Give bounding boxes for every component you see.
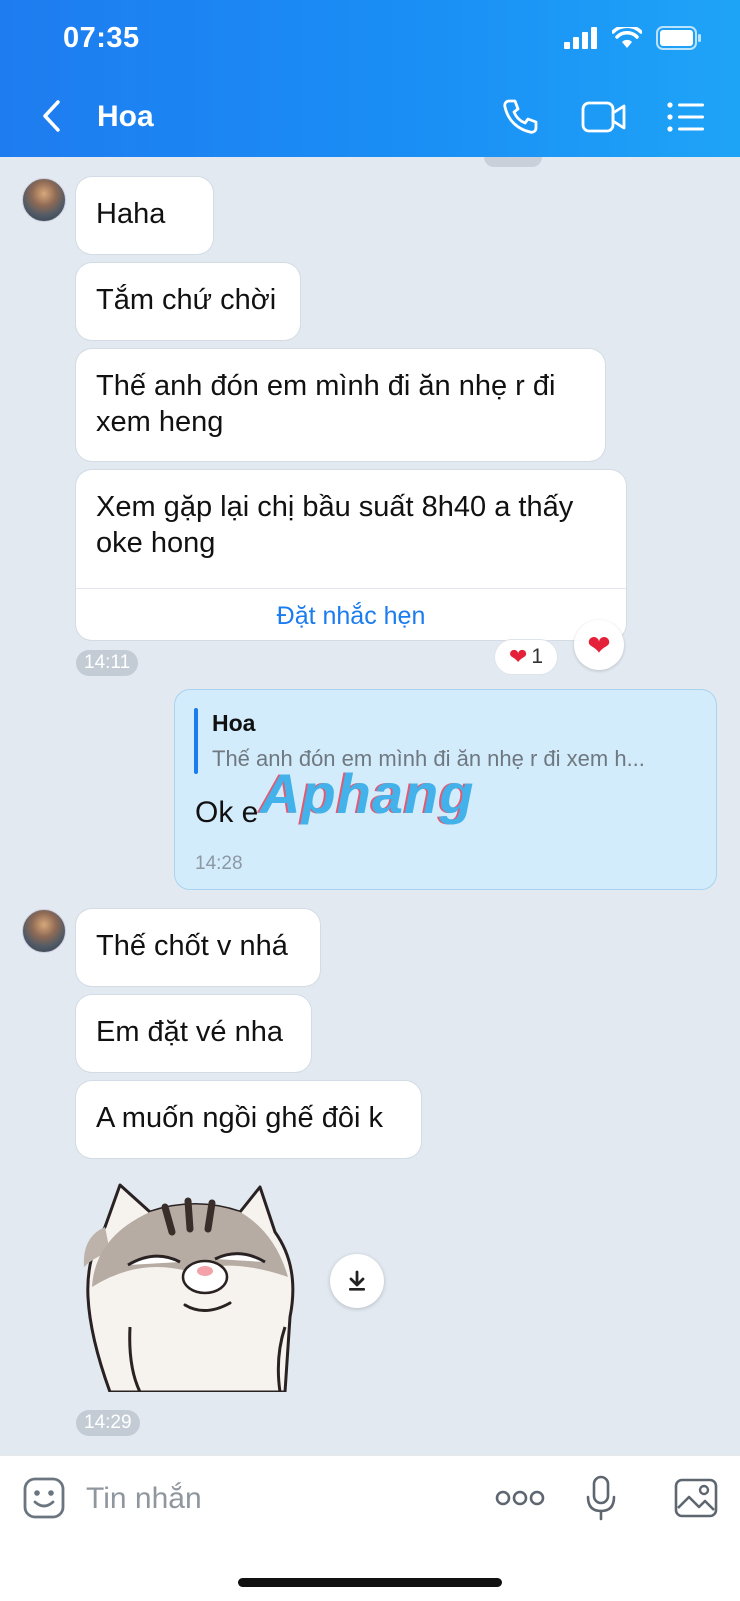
watermark-logo: Aphang <box>260 762 475 825</box>
video-call-button[interactable] <box>578 95 630 139</box>
divider <box>76 588 626 589</box>
status-time: 07:35 <box>63 22 140 54</box>
send-photo-button[interactable] <box>672 1474 720 1522</box>
message-input[interactable] <box>84 1472 468 1526</box>
message-bubble[interactable]: Tắm chứ chời <box>76 263 300 340</box>
avatar[interactable] <box>22 909 66 953</box>
reaction-count: 1 <box>531 645 544 668</box>
voice-message-button[interactable] <box>577 1474 625 1522</box>
status-icons <box>564 26 702 50</box>
message-bubble[interactable]: Haha <box>76 177 213 254</box>
react-button[interactable]: ❤ <box>574 620 624 670</box>
chat-options-button[interactable] <box>660 95 712 139</box>
chat-header: 07:35 Hoa <box>0 0 740 157</box>
download-button[interactable] <box>330 1254 384 1308</box>
more-dots-icon <box>495 1490 545 1506</box>
home-indicator <box>238 1578 502 1587</box>
message-composer <box>0 1455 740 1601</box>
contact-name[interactable]: Hoa <box>97 100 154 134</box>
back-button[interactable] <box>32 96 72 136</box>
download-icon <box>349 1270 365 1291</box>
message-bubble-with-reminder[interactable]: Xem gặp lại chị bầu suất 8h40 a thấy oke… <box>76 470 626 640</box>
quote-bar <box>194 708 198 774</box>
message-time: 14:28 <box>195 853 243 874</box>
message-text: Tắm chứ chời <box>96 284 277 316</box>
message-text: Haha <box>96 198 166 230</box>
message-list[interactable]: Haha Tắm chứ chời Thế anh đón em mình đi… <box>0 157 740 1455</box>
signal-icon <box>564 27 597 49</box>
more-options-button[interactable] <box>492 1474 548 1522</box>
message-bubble[interactable]: Thế chốt v nhá <box>76 909 320 986</box>
wifi-icon <box>612 27 642 48</box>
message-text: Em đặt vé nha <box>96 1016 283 1048</box>
chevron-left-icon <box>43 100 60 132</box>
reaction-summary[interactable]: ❤ 1 <box>495 640 557 674</box>
message-text: Xem gặp lại chị bầu suất 8h40 a thấy oke… <box>96 491 574 559</box>
message-text: Thế chốt v nhá <box>96 930 288 962</box>
message-text: Ok e <box>195 796 259 829</box>
message-bubble[interactable]: A muốn ngồi ghế đôi k <box>76 1081 421 1158</box>
battery-icon <box>656 26 701 50</box>
message-bubble[interactable]: Thế anh đón em mình đi ăn nhẹ r đi xem h… <box>76 349 605 461</box>
message-text: A muốn ngồi ghế đôi k <box>96 1102 383 1134</box>
message-bubble[interactable]: Em đặt vé nha <box>76 995 311 1072</box>
heart-icon: ❤ <box>508 644 528 669</box>
voice-call-button[interactable] <box>494 95 546 139</box>
video-camera-icon <box>581 101 626 133</box>
avatar[interactable] <box>22 178 66 222</box>
quote-author: Hoa <box>212 710 256 736</box>
timestamp-chip: 14:11 <box>76 650 139 676</box>
timestamp-chip: 14:29 <box>76 1410 140 1436</box>
message-text: Thế anh đón em mình đi ăn nhẹ r đi xem h… <box>96 370 556 438</box>
microphone-icon <box>586 1475 616 1521</box>
cat-sticker[interactable] <box>80 1177 310 1392</box>
heart-icon: ❤ <box>587 629 611 661</box>
sticker-button[interactable] <box>22 1476 66 1520</box>
phone-icon <box>503 99 538 134</box>
smiley-icon <box>23 1477 65 1519</box>
set-reminder-link[interactable]: Đặt nhắc hẹn <box>76 598 626 634</box>
scroll-top-chip <box>484 157 542 167</box>
image-icon <box>674 1478 718 1518</box>
list-menu-icon <box>667 102 704 132</box>
